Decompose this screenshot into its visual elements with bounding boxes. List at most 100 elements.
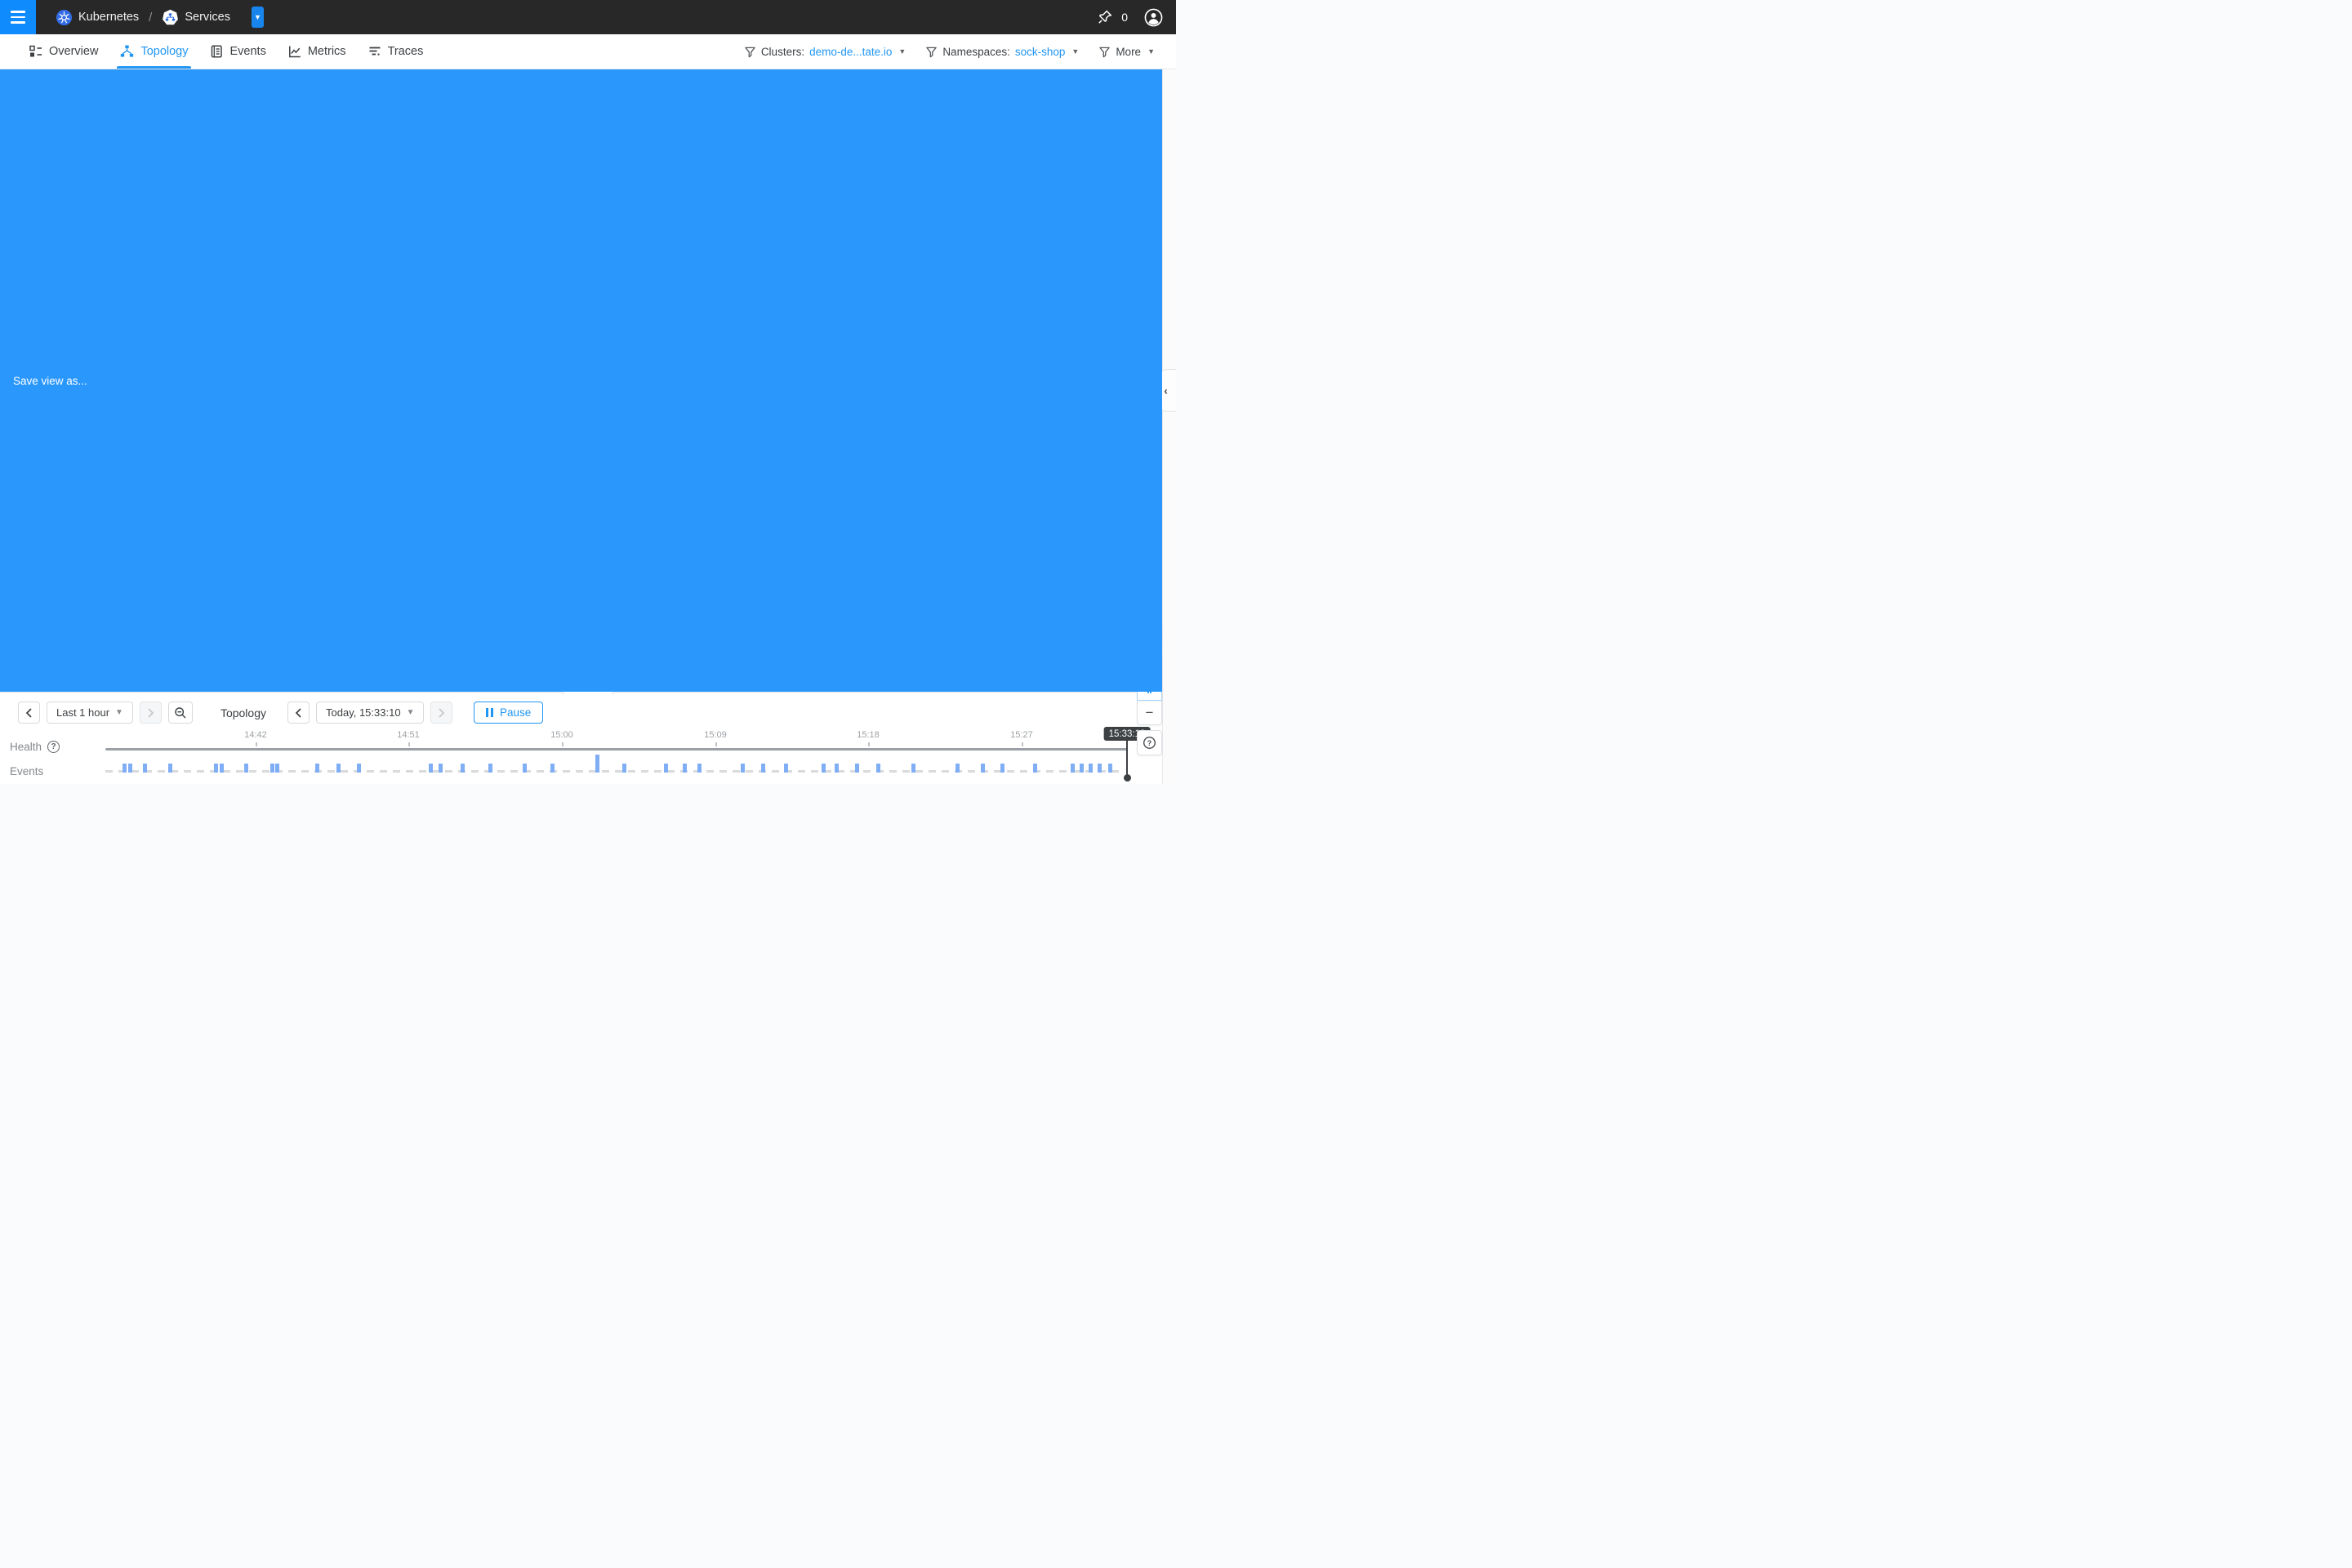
event-bar[interactable] (1033, 764, 1037, 773)
time-tick-mark (715, 742, 717, 746)
event-bar[interactable] (622, 764, 626, 773)
event-bar[interactable] (683, 764, 687, 773)
event-bar[interactable] (741, 764, 745, 773)
event-bar[interactable] (168, 764, 172, 773)
svg-text:?: ? (1147, 739, 1152, 747)
event-bar[interactable] (761, 764, 765, 773)
right-rail (1162, 69, 1176, 784)
event-bar[interactable] (439, 764, 443, 773)
filter-bar: Clusters:demo-de...tate.io▼ Namespaces:so… (744, 34, 1176, 69)
event-bar[interactable] (664, 764, 668, 773)
current-time-marker-line[interactable] (1126, 741, 1128, 776)
time-tick-label: 14:42 (244, 730, 267, 740)
breadcrumb-kubernetes[interactable]: Kubernetes (56, 9, 139, 26)
help-button[interactable]: ? (1137, 730, 1162, 755)
event-bar[interactable] (214, 764, 218, 773)
event-bar[interactable] (429, 764, 433, 773)
time-tick-mark (562, 742, 564, 746)
breadcrumb: Kubernetes / Services (56, 9, 230, 26)
breadcrumb-label: Kubernetes (78, 11, 139, 24)
filter-more[interactable]: More▼ (1098, 46, 1155, 58)
health-timeline-line (105, 748, 1127, 751)
breadcrumb-label: Services (185, 11, 230, 24)
filter-namespaces[interactable]: Namespaces:sock-shop▼ (925, 46, 1079, 58)
tab-events[interactable]: Events (210, 34, 265, 69)
event-bar[interactable] (357, 764, 361, 773)
event-bar[interactable] (784, 764, 788, 773)
event-bar[interactable] (1089, 764, 1093, 773)
hamburger-menu-button[interactable] (0, 0, 36, 34)
tabs: Overview Topology Events Metrics Traces (0, 34, 423, 69)
kubernetes-logo-icon (56, 9, 73, 26)
traces-icon (368, 45, 381, 58)
chevron-down-icon: ▼ (1147, 47, 1155, 56)
event-bar[interactable] (855, 764, 859, 773)
tab-traces[interactable]: Traces (368, 34, 424, 69)
filter-clusters[interactable]: Clusters:demo-de...tate.io▼ (744, 46, 906, 58)
events-icon (210, 45, 223, 58)
event-bar[interactable] (523, 764, 527, 773)
top-header: Kubernetes / Services Save view as... ▼ … (0, 0, 1176, 34)
breadcrumb-separator: / (149, 11, 152, 24)
event-bar[interactable] (1080, 764, 1084, 773)
event-bar[interactable] (822, 764, 826, 773)
time-tick-mark (868, 742, 870, 746)
time-tick-mark (408, 742, 410, 746)
event-bar[interactable] (461, 764, 465, 773)
funnel-icon (744, 46, 756, 58)
time-tick-label: 15:18 (857, 730, 880, 740)
tab-topology[interactable]: Topology (120, 34, 188, 69)
event-bar[interactable] (595, 755, 599, 773)
header-right: 0 (1097, 8, 1176, 27)
event-bar[interactable] (122, 764, 127, 773)
event-bar[interactable] (911, 764, 915, 773)
time-tick-mark (256, 742, 257, 746)
save-view-caret-icon[interactable]: ▼ (252, 7, 264, 28)
event-bar[interactable] (1071, 764, 1075, 773)
event-bar[interactable] (956, 764, 960, 773)
event-bar[interactable] (981, 764, 985, 773)
stackstate-topology-app: Kubernetes / Services Save view as... ▼ … (0, 0, 1176, 784)
event-bar[interactable] (143, 764, 147, 773)
save-view-as-button[interactable]: Save view as... ▼ (252, 7, 264, 28)
help-icon: ? (1143, 736, 1156, 750)
timeline-panel: Last 1 hour▼ Topology Today, 15:33:10▼ P… (0, 692, 1176, 784)
event-bar[interactable] (128, 764, 132, 773)
overview-icon (29, 45, 42, 58)
pin-icon[interactable] (1097, 9, 1113, 25)
event-bar[interactable] (835, 764, 839, 773)
timeline-layer[interactable]: 14:4214:5115:0015:0915:1815:2715:33:10 (0, 693, 1176, 784)
event-bar[interactable] (876, 764, 880, 773)
event-bar[interactable] (244, 764, 248, 773)
funnel-icon (1098, 46, 1111, 58)
event-bar[interactable] (315, 764, 319, 773)
event-bar[interactable] (275, 764, 279, 773)
breadcrumb-services[interactable]: Services (162, 9, 230, 26)
event-bar[interactable] (220, 764, 224, 773)
time-tick-label: 15:27 (1010, 730, 1033, 740)
pin-count: 0 (1121, 11, 1128, 24)
time-tick-label: 14:51 (397, 730, 420, 740)
view-tabbar: Overview Topology Events Metrics Traces Clus… (0, 34, 1176, 69)
funnel-icon (925, 46, 938, 58)
chevron-down-icon: ▼ (898, 47, 906, 56)
event-bar[interactable] (1098, 764, 1102, 773)
event-bar[interactable] (336, 764, 341, 773)
event-bar[interactable] (550, 764, 555, 773)
chevron-down-icon: ▼ (1071, 47, 1079, 56)
time-tick-label: 15:09 (704, 730, 727, 740)
current-time-marker-dot[interactable] (1124, 774, 1131, 782)
user-avatar[interactable] (1144, 8, 1163, 27)
event-bar[interactable] (270, 764, 274, 773)
event-bar[interactable] (488, 764, 492, 773)
zoom-out-button[interactable]: − (1137, 700, 1162, 725)
event-bar[interactable] (1108, 764, 1112, 773)
tab-overview[interactable]: Overview (29, 34, 98, 69)
metrics-icon (288, 45, 301, 58)
time-tick-label: 15:00 (550, 730, 573, 740)
topology-icon (120, 45, 134, 58)
event-bar[interactable] (1000, 764, 1004, 773)
tab-metrics[interactable]: Metrics (288, 34, 346, 69)
event-bar[interactable] (697, 764, 702, 773)
services-icon (162, 9, 179, 26)
